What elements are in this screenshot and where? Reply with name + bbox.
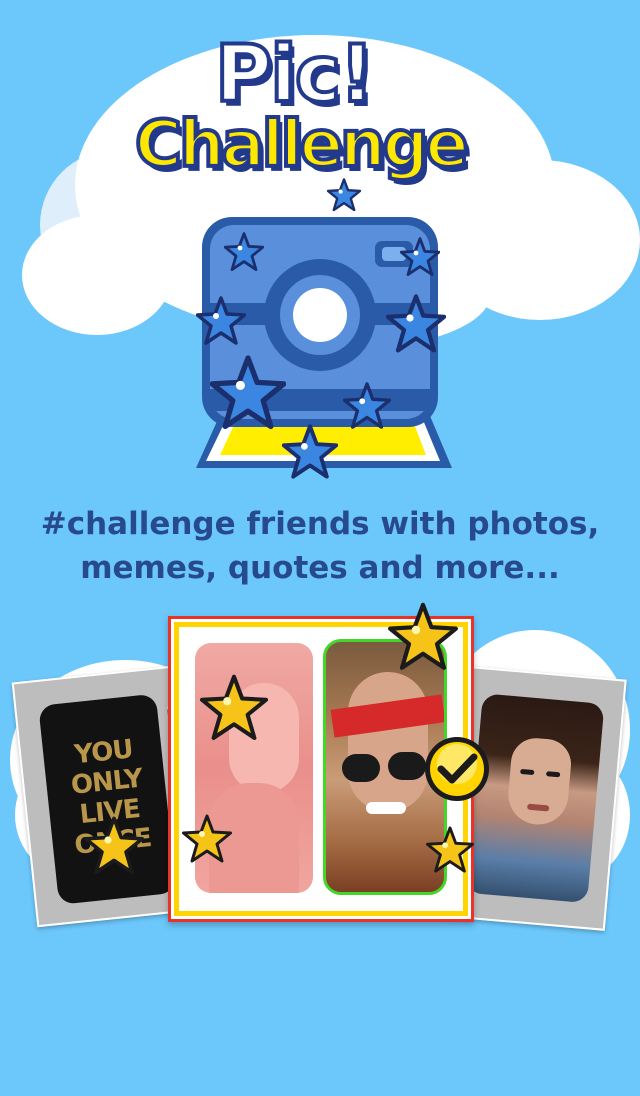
- star-icon: [196, 296, 246, 345]
- logo-pic-text: Pic!: [213, 28, 377, 122]
- star-icon: [224, 232, 264, 271]
- tagline-line-2: memes, quotes and more...: [80, 550, 560, 586]
- tagline: #challenge friends with photos, memes, q…: [20, 502, 620, 590]
- gold-star-icon: [84, 816, 144, 875]
- star-icon: [343, 382, 391, 429]
- star-icon: [386, 294, 446, 353]
- app-screen: { "logo": { "line1": "Pic!", "line2": "C…: [0, 0, 640, 1096]
- gold-star-icon: [200, 674, 268, 740]
- checkmark-badge-icon: [425, 737, 489, 801]
- star-icon: [282, 424, 338, 479]
- gold-star-icon: [426, 826, 474, 873]
- star-icon: [210, 355, 286, 430]
- star-icon: [327, 178, 361, 212]
- gold-star-icon: [388, 602, 458, 670]
- star-icon: [400, 237, 440, 276]
- tagline-line-1: #challenge friends with photos,: [40, 506, 600, 542]
- gold-star-icon: [182, 814, 232, 863]
- logo-challenge-text: Challenge: [133, 106, 471, 184]
- app-logo: Pic! Challenge: [120, 20, 520, 200]
